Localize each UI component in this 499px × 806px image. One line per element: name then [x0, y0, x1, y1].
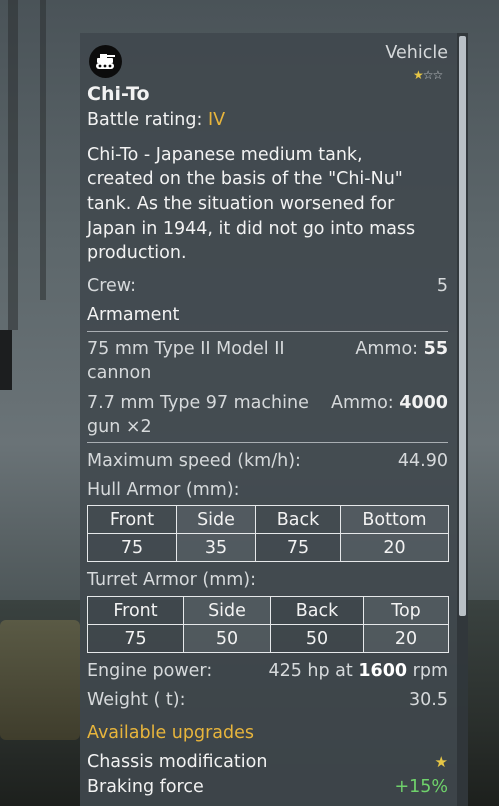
battle-rating-value: IV — [207, 110, 226, 130]
armor-value: 75 — [255, 533, 341, 562]
upgrade-value: +15% — [394, 777, 448, 797]
description-line: Japan in 1944, it did not go into mass — [87, 219, 416, 239]
star-icon: ☆ — [432, 68, 444, 82]
engine-power-label: Engine power: — [87, 661, 213, 681]
upgrades-title: Available upgrades — [87, 723, 254, 743]
battle-rating: Battle rating: IV — [87, 108, 225, 132]
weapon-name: cannon — [87, 363, 152, 383]
description-line: created on the basis of the "Chi-Nu" — [87, 169, 403, 189]
background-tree — [8, 0, 18, 330]
max-speed-value: 44.90 — [397, 451, 448, 471]
description-line: production. — [87, 243, 187, 263]
description-line: Chi-To - Japanese medium tank, — [87, 145, 363, 165]
hull-armor-label: Hull Armor (mm): — [87, 480, 240, 500]
japan-tank-emblem-icon — [89, 45, 122, 78]
star-icon: ★ — [413, 68, 424, 82]
engine-rpm: 1600 — [358, 661, 408, 681]
upgrade-label: Braking force — [87, 777, 204, 797]
armor-header: Side — [176, 505, 256, 534]
ammo-value: 4000 — [399, 393, 448, 413]
divider — [87, 442, 448, 443]
armor-value: 20 — [363, 624, 449, 653]
armor-header: Front — [87, 596, 184, 625]
turret-armor-table: Front Side Back Top 75 50 50 20 — [87, 596, 449, 653]
crew-label: Crew: — [87, 276, 137, 296]
armament-title: Armament — [87, 305, 180, 325]
ammo-label: Ammo: — [331, 393, 394, 413]
armor-header: Back — [270, 596, 364, 625]
weapon-name: 75 mm Type II Model II — [87, 339, 285, 359]
armor-header: Back — [255, 505, 341, 534]
armor-value: 35 — [176, 533, 256, 562]
background-object — [0, 330, 12, 390]
rank-stars: ★☆☆ — [413, 68, 444, 82]
hull-armor-table: Front Side Back Bottom 75 35 75 20 — [87, 505, 449, 562]
armor-value: 20 — [340, 533, 449, 562]
engine-rpm-unit: rpm — [412, 661, 448, 681]
divider — [87, 331, 448, 332]
ammo-value: 55 — [423, 339, 448, 359]
battle-rating-label: Battle rating: — [87, 110, 203, 130]
weapon-name: gun ×2 — [87, 417, 152, 437]
ammo-label: Ammo: — [355, 339, 419, 359]
background-tree — [40, 0, 46, 300]
vehicle-category: Vehicle — [385, 43, 448, 63]
armor-value: 50 — [183, 624, 271, 653]
armor-value: 75 — [87, 533, 177, 562]
weapon-ammo: Ammo: 4000 — [331, 391, 448, 415]
weight-label: Weight ( t): — [87, 690, 186, 710]
max-speed-label: Maximum speed (km/h): — [87, 451, 301, 471]
crew-value: 5 — [436, 276, 448, 296]
armor-header: Top — [363, 596, 449, 625]
star-icon: ☆ — [422, 68, 434, 82]
armor-header: Front — [87, 505, 177, 534]
armor-value: 75 — [87, 624, 184, 653]
star-icon: ★ — [434, 753, 448, 771]
description-line: tank. As the situation worsened for — [87, 194, 395, 214]
vehicle-name: Chi-To — [87, 83, 150, 105]
armor-value: 50 — [270, 624, 364, 653]
engine-power-value: 425 hp at 1600 rpm — [268, 659, 448, 683]
weapon-ammo: Ammo: 55 — [355, 337, 448, 361]
weapon-name: 7.7 mm Type 97 machine — [87, 393, 309, 413]
scrollbar-thumb[interactable] — [459, 36, 466, 616]
armor-header: Side — [183, 596, 271, 625]
turret-armor-label: Turret Armor (mm): — [87, 570, 257, 590]
armor-header: Bottom — [340, 505, 449, 534]
engine-hp: 425 hp at — [268, 661, 353, 681]
weight-value: 30.5 — [409, 690, 448, 710]
upgrade-label: Chassis modification — [87, 752, 268, 772]
background-tank — [0, 620, 80, 740]
